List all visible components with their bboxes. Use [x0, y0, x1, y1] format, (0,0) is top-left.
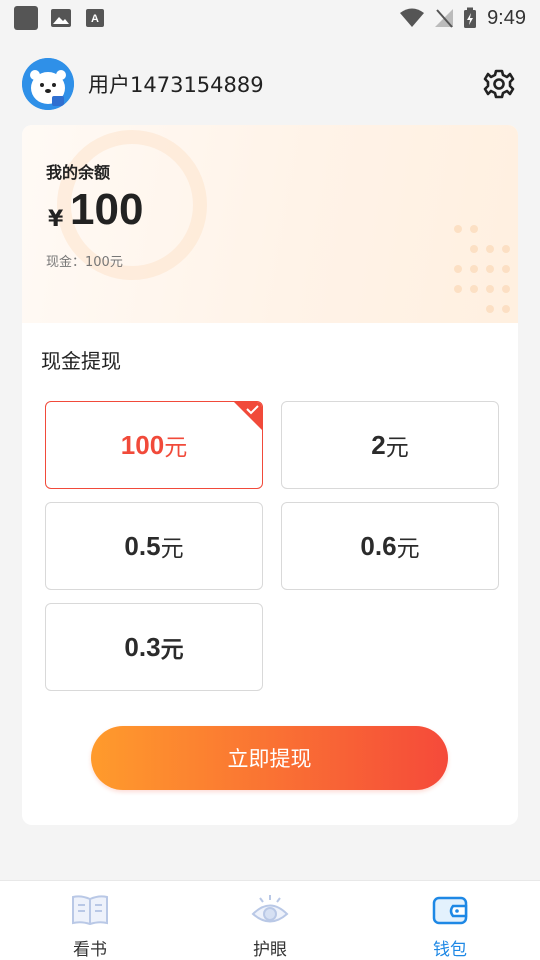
option-value: 0.5: [124, 530, 161, 561]
text-notification-icon: A: [86, 9, 104, 27]
option-value: 100: [120, 429, 165, 460]
eye-icon: [251, 895, 289, 923]
withdraw-section-title: 现金提现: [41, 349, 121, 373]
withdraw-option-0-6[interactable]: 0.6 元: [281, 502, 499, 590]
balance-panel: 我的余额 ¥ 100 现金：100元: [22, 125, 518, 323]
nav-label: 护眼: [253, 940, 287, 960]
currency-symbol: ¥: [48, 207, 64, 232]
option-unit: 元: [385, 435, 409, 461]
nav-label: 看书: [73, 940, 107, 960]
profile-header: 用户1473154889: [22, 58, 518, 110]
battery-icon: [464, 7, 477, 28]
option-value: 0.6: [360, 530, 397, 561]
nav-label: 钱包: [433, 940, 467, 960]
bottom-nav: 看书 护眼 钱包: [0, 880, 540, 960]
bear-avatar-icon: [22, 58, 74, 110]
option-value: 2: [371, 429, 386, 460]
withdraw-now-button[interactable]: 立即提现: [91, 726, 448, 790]
withdraw-option-0-5[interactable]: 0.5 元: [45, 502, 263, 590]
nav-item-read[interactable]: 看书: [0, 881, 180, 960]
svg-text:A: A: [91, 13, 99, 25]
status-right-icons: 9:49: [399, 7, 526, 30]
option-unit: 元: [164, 435, 188, 461]
option-unit: 元: [160, 536, 184, 562]
app-notification-icon: [14, 6, 38, 30]
status-time: 9:49: [487, 6, 526, 29]
selected-check-icon: [234, 402, 262, 430]
avatar[interactable]: [22, 58, 74, 110]
option-unit: 元: [160, 637, 184, 663]
withdraw-option-0-3[interactable]: 0.3 元: [45, 603, 263, 691]
wifi-icon: [400, 8, 425, 27]
nav-item-wallet[interactable]: 钱包: [360, 881, 540, 960]
nav-item-eye-care[interactable]: 护眼: [180, 881, 360, 960]
balance-amount: 100: [70, 185, 144, 234]
settings-gear-icon[interactable]: [482, 67, 516, 101]
book-icon: [72, 895, 108, 926]
withdraw-option-100[interactable]: 100 元: [45, 401, 263, 489]
option-value: 0.3: [124, 631, 161, 662]
cash-balance-text: 现金：100元: [46, 255, 123, 270]
option-unit: 元: [396, 536, 420, 562]
no-signal-icon: [435, 9, 454, 28]
status-left-icons: A: [14, 6, 106, 30]
balance-title: 我的余额: [46, 163, 111, 182]
image-notification-icon: [51, 9, 71, 27]
username: 用户1473154889: [88, 73, 264, 97]
withdraw-option-2[interactable]: 2元: [281, 401, 499, 489]
status-bar: A 9:49: [0, 0, 540, 36]
wallet-icon: [432, 896, 468, 925]
wallet-card: 我的余额 ¥ 100 现金：100元 现金提现 100 元 2元 0.5 元 0.6…: [22, 125, 518, 825]
